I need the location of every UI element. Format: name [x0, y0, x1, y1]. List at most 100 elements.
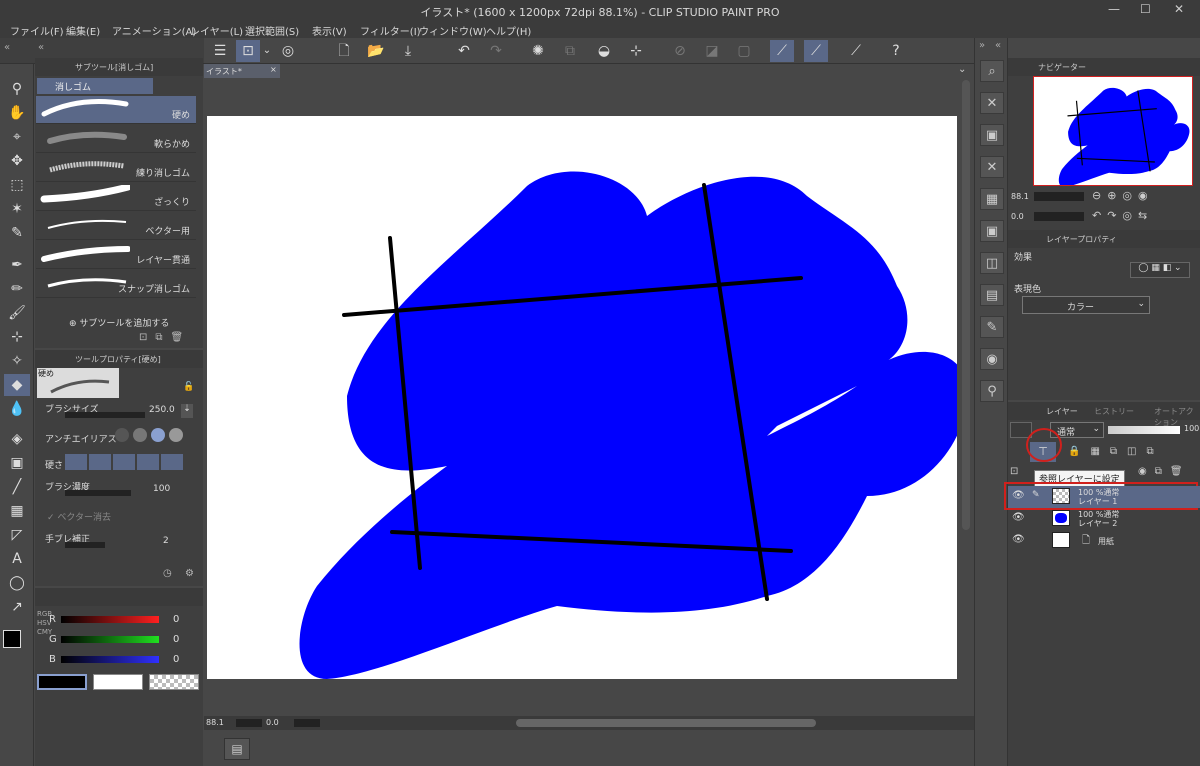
- navigator-preview[interactable]: [1033, 76, 1193, 186]
- maximize-button[interactable]: ☐: [1140, 2, 1151, 16]
- r-value[interactable]: 0: [173, 614, 179, 625]
- image-icon[interactable]: ▣: [980, 220, 1004, 242]
- close-button[interactable]: ✕: [1174, 2, 1184, 16]
- timeline-icon[interactable]: ▤: [224, 738, 250, 760]
- search-icon[interactable]: ⌕: [980, 60, 1004, 82]
- figure-icon[interactable]: ⚲: [980, 380, 1004, 402]
- text-tool-icon[interactable]: A: [4, 548, 30, 570]
- redo-icon[interactable]: ↷: [484, 40, 508, 62]
- edit-icon[interactable]: ✎: [980, 316, 1004, 338]
- hardness-level[interactable]: [113, 454, 135, 470]
- eye-icon[interactable]: 👁: [1012, 490, 1025, 501]
- chevron-down-icon[interactable]: ⌄: [260, 40, 274, 62]
- hsv-tab[interactable]: HSV: [37, 619, 52, 628]
- merge-icon[interactable]: ⧉: [558, 40, 582, 62]
- folder-icon[interactable]: ▤: [980, 284, 1004, 306]
- airbrush-tool-icon[interactable]: ⊹: [4, 326, 30, 348]
- brush-item-soft[interactable]: 軟らかめ: [36, 125, 196, 153]
- antialias-none[interactable]: [115, 428, 129, 442]
- vertical-scrollbar[interactable]: [962, 80, 970, 530]
- pen-tool-icon[interactable]: ✒: [4, 254, 30, 276]
- sub-color-chip[interactable]: [93, 674, 143, 690]
- collapse-icon[interactable]: «: [4, 42, 10, 53]
- r-slider[interactable]: [61, 616, 159, 623]
- brush-item-kneaded[interactable]: 練り消しゴム: [36, 154, 196, 182]
- opacity-value[interactable]: 100: [1184, 424, 1199, 433]
- antialias-weak[interactable]: [133, 428, 147, 442]
- menu-filter[interactable]: フィルター(I): [360, 23, 421, 38]
- chevron-down-icon[interactable]: ⌄: [958, 64, 966, 75]
- layer-lock-icons[interactable]: 🔒▦⧉◫⧉: [1068, 446, 1164, 457]
- gradient-tool-icon[interactable]: ▣: [4, 452, 30, 474]
- collapse-icon-3[interactable]: «: [995, 40, 1001, 51]
- layer-row[interactable]: 👁 100 %通常 レイヤー 2: [1008, 508, 1200, 530]
- effect-buttons[interactable]: ◯ ▦ ◧ ⌄: [1130, 262, 1190, 278]
- undo-icon[interactable]: ↶: [452, 40, 476, 62]
- zoom-readout[interactable]: 88.1: [206, 718, 224, 727]
- density-slider[interactable]: [65, 490, 131, 496]
- menu-view[interactable]: 表示(V): [312, 23, 347, 38]
- transparent-color-chip[interactable]: [149, 674, 199, 690]
- selection-tool-icon[interactable]: ⬚: [4, 174, 30, 196]
- camera-icon[interactable]: ◉: [980, 348, 1004, 370]
- tab-close-icon[interactable]: ×: [270, 65, 277, 74]
- fill-tool-icon[interactable]: ◈: [4, 428, 30, 450]
- menu-selection[interactable]: 選択範囲(S): [245, 23, 299, 38]
- brush-item-through-layer[interactable]: レイヤー貫通: [36, 241, 196, 269]
- brush-item-snap[interactable]: スナップ消しゴム: [36, 270, 196, 298]
- open-icon[interactable]: 📂: [364, 40, 388, 62]
- menu-icon[interactable]: ☰: [208, 40, 232, 62]
- cmy-tab[interactable]: CMY: [37, 628, 52, 637]
- main-color-chip[interactable]: [37, 674, 87, 690]
- main-color-swatch[interactable]: [3, 630, 21, 648]
- menu-window[interactable]: ウィンドウ(W): [419, 23, 487, 38]
- clear-icon[interactable]: ⊘: [668, 40, 692, 62]
- pattern-icon[interactable]: ▦: [980, 188, 1004, 210]
- magic-wand-icon[interactable]: ✶: [4, 198, 30, 220]
- tab-layer[interactable]: レイヤー: [1046, 406, 1078, 417]
- snap-ruler-icon[interactable]: ⟋: [770, 40, 794, 62]
- angle-slider[interactable]: [294, 719, 320, 727]
- menu-layer[interactable]: レイヤー(L): [190, 23, 243, 38]
- brush-tool-icon[interactable]: 🖌: [4, 302, 30, 324]
- eraser-tool-icon[interactable]: ◆: [4, 374, 30, 396]
- subtool-group-tab[interactable]: 消しゴム: [37, 78, 153, 94]
- g-slider[interactable]: [61, 636, 159, 643]
- loading-icon[interactable]: ✺: [526, 40, 550, 62]
- frame-tool-icon[interactable]: ▦: [4, 500, 30, 522]
- vector-erase-toggle[interactable]: ✓ ベクター消去: [47, 510, 111, 523]
- size-dropdown-button[interactable]: ⇣: [181, 404, 193, 418]
- navigator-rotate-buttons[interactable]: ↶↷◎⇆: [1092, 209, 1153, 222]
- stabilization-slider[interactable]: [65, 542, 105, 548]
- new-raster-layer-icon[interactable]: ⊡: [1010, 466, 1018, 477]
- pencil-tool-icon[interactable]: ✏: [4, 278, 30, 300]
- hand-tool-icon[interactable]: ✋: [4, 102, 30, 124]
- zoom-slider[interactable]: [236, 719, 262, 727]
- b-slider[interactable]: [61, 656, 159, 663]
- opacity-slider[interactable]: [1108, 426, 1180, 434]
- expression-color-dropdown[interactable]: カラー ⌄: [1022, 296, 1150, 314]
- navigator-angle-slider[interactable]: [1034, 212, 1084, 221]
- navigator-zoom-slider[interactable]: [1034, 192, 1084, 201]
- figure-tool-icon[interactable]: ╱: [4, 476, 30, 498]
- lock-icon[interactable]: 🔓: [183, 382, 194, 392]
- correct-line-tool-icon[interactable]: ↗: [4, 596, 30, 618]
- balloon-tool-icon[interactable]: ◯: [4, 572, 30, 594]
- menu-file[interactable]: ファイル(F): [10, 23, 64, 38]
- snap-grid-icon[interactable]: ⟋: [844, 40, 868, 62]
- eye-icon[interactable]: 👁: [1012, 534, 1025, 545]
- navigator-zoom[interactable]: 88.1: [1011, 192, 1029, 201]
- hardness-level[interactable]: [65, 454, 87, 470]
- add-subtool-button[interactable]: ⊕ サブツールを追加する: [69, 316, 169, 329]
- brush-size-value[interactable]: 250.0: [149, 405, 175, 415]
- antialias-strong[interactable]: [169, 428, 183, 442]
- stabilization-value[interactable]: 2: [163, 536, 169, 546]
- collapse-icon-2[interactable]: «: [38, 42, 44, 53]
- expand-icon[interactable]: »: [979, 40, 985, 51]
- menu-animation[interactable]: アニメーション(A): [112, 23, 196, 38]
- new-icon[interactable]: ⊡: [236, 40, 260, 62]
- brush-size-slider[interactable]: [65, 412, 145, 418]
- ruler-tool-icon[interactable]: ◸: [4, 524, 30, 546]
- hardness-level[interactable]: [89, 454, 111, 470]
- hardness-level[interactable]: [161, 454, 183, 470]
